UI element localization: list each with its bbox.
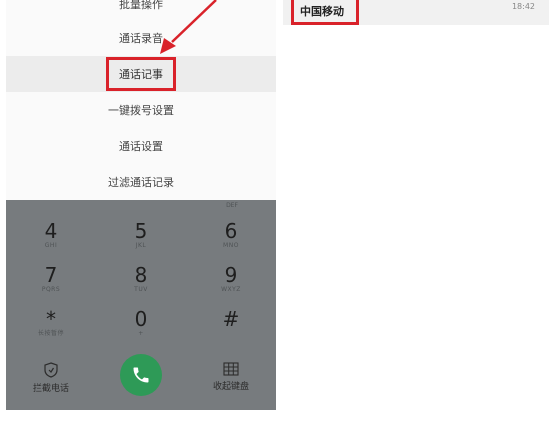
dialer-bottom-bar: 拦截电话 收起键盘 xyxy=(6,346,276,410)
key-9[interactable]: 9 WXYZ xyxy=(191,264,271,308)
hide-keyboard-button[interactable]: 收起键盘 xyxy=(191,362,271,392)
menu-item-label: 通话设置 xyxy=(119,140,163,153)
key-digit: # xyxy=(222,307,240,331)
dialer-panel: 批量操作 通话录音 通话记事 一键拨号设置 通话设置 过滤通话记录 DEF 4 … xyxy=(6,0,276,410)
key-digit: 5 xyxy=(134,219,148,243)
key-3-letters-partial: DEF xyxy=(226,202,238,209)
menu-item-recording[interactable]: 通话录音 xyxy=(6,20,276,56)
phone-icon xyxy=(133,367,149,383)
key-digit: * xyxy=(46,307,56,331)
carrier-name: 中国移动 xyxy=(300,5,344,18)
key-letters: JKL xyxy=(135,242,147,249)
key-digit: 7 xyxy=(44,263,58,287)
menu-item-label: 通话记事 xyxy=(119,68,163,81)
key-digit: 8 xyxy=(134,263,148,287)
menu-item-filter-calls[interactable]: 过滤通话记录 xyxy=(6,164,276,200)
call-log-row[interactable]: 中国移动 18:42 xyxy=(283,0,549,25)
menu-item-batch[interactable]: 批量操作 xyxy=(6,0,276,22)
call-button[interactable] xyxy=(120,354,162,396)
key-letters: WXYZ xyxy=(221,286,241,293)
menu-item-label: 一键拨号设置 xyxy=(108,104,174,117)
menu-item-label: 批量操作 xyxy=(119,0,163,11)
key-8[interactable]: 8 TUV xyxy=(101,264,181,308)
carrier-highlight: 中国移动 xyxy=(291,0,359,25)
menu-item-label: 通话录音 xyxy=(119,32,163,45)
key-letters: + xyxy=(138,330,144,337)
hide-keyboard-label: 收起键盘 xyxy=(212,382,249,392)
menu-item-call-notes[interactable]: 通话记事 xyxy=(6,56,276,92)
menu-item-label: 过滤通话记录 xyxy=(108,176,174,189)
key-letters: MNO xyxy=(223,242,239,249)
key-6[interactable]: 6 MNO xyxy=(191,220,271,264)
shield-icon xyxy=(44,362,58,378)
key-letters: 长按暂停 xyxy=(37,330,64,337)
keypad-grid-icon xyxy=(223,362,239,376)
overflow-menu: 批量操作 通话录音 通话记事 一键拨号设置 通话设置 过滤通话记录 xyxy=(6,0,276,200)
key-7[interactable]: 7 PQRS xyxy=(11,264,91,308)
block-calls-button[interactable]: 拦截电话 xyxy=(11,362,91,394)
call-time: 18:42 xyxy=(511,2,535,11)
key-letters: TUV xyxy=(134,286,148,293)
menu-item-speed-dial[interactable]: 一键拨号设置 xyxy=(6,92,276,128)
call-log-panel: 中国移动 18:42 xyxy=(283,0,549,410)
key-digit: 4 xyxy=(44,219,58,243)
key-letters: PQRS xyxy=(41,286,61,293)
key-digit: 6 xyxy=(224,219,238,243)
menu-item-call-settings[interactable]: 通话设置 xyxy=(6,128,276,164)
key-4[interactable]: 4 GHI xyxy=(11,220,91,264)
highlight-box: 通话记事 xyxy=(106,57,176,91)
key-digit: 0 xyxy=(134,307,148,331)
key-letters: GHI xyxy=(44,242,58,249)
key-digit: 9 xyxy=(224,263,238,287)
block-calls-label: 拦截电话 xyxy=(32,384,69,394)
key-5[interactable]: 5 JKL xyxy=(101,220,181,264)
